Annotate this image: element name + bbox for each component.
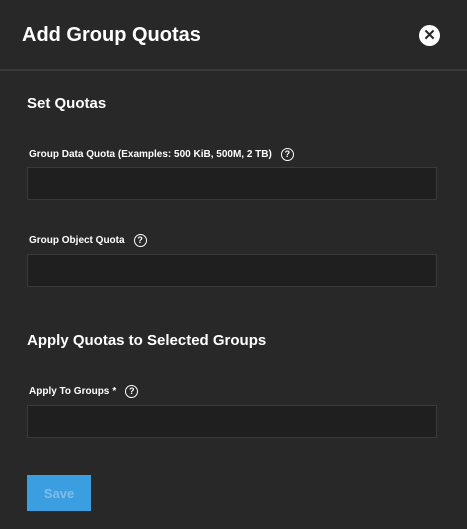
label-text: Group Object Quota — [29, 235, 125, 246]
group-object-quota-input[interactable] — [27, 254, 437, 287]
group-data-quota-input[interactable] — [27, 167, 437, 200]
help-icon[interactable]: ? — [133, 234, 147, 247]
group-object-quota-label: Group Object Quota ? — [29, 234, 147, 247]
required-marker: * — [112, 386, 117, 397]
label-text: Apply To Groups — [29, 386, 110, 397]
apply-to-groups-label: Apply To Groups * ? — [29, 385, 139, 398]
dialog-title: Add Group Quotas — [22, 24, 201, 46]
apply-to-groups-input[interactable] — [27, 405, 437, 438]
group-data-quota-label: Group Data Quota (Examples: 500 KiB, 500… — [29, 148, 294, 161]
save-button[interactable]: Save — [27, 475, 91, 511]
dialog-header: Add Group Quotas ✕ — [0, 0, 467, 71]
close-icon[interactable]: ✕ — [419, 25, 440, 46]
section-heading-apply-quotas: Apply Quotas to Selected Groups — [27, 332, 267, 349]
section-heading-set-quotas: Set Quotas — [27, 95, 107, 112]
help-icon[interactable]: ? — [125, 385, 139, 398]
help-icon[interactable]: ? — [280, 148, 294, 161]
label-text: Group Data Quota (Examples: 500 KiB, 500… — [29, 149, 272, 160]
